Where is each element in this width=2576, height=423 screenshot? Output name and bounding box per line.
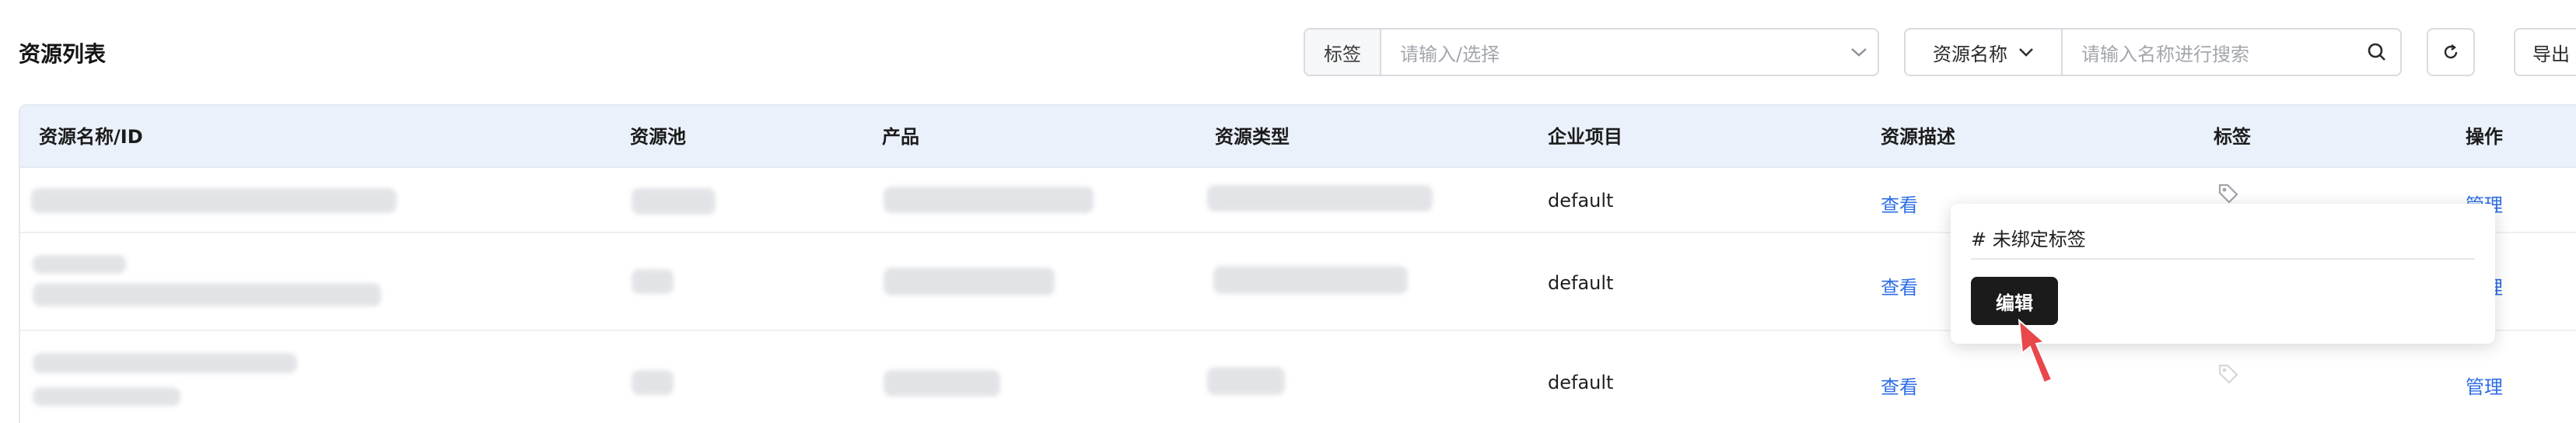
redacted-resource-id bbox=[33, 283, 381, 306]
project-cell: default bbox=[1548, 372, 1614, 393]
edit-tags-button[interactable]: 编辑 bbox=[1971, 277, 2058, 325]
redacted-type bbox=[1207, 367, 1285, 395]
redacted-type bbox=[1207, 185, 1433, 212]
tag-filter[interactable]: 标签 请输入/选择 bbox=[1304, 28, 1879, 76]
refresh-button[interactable] bbox=[2427, 28, 2475, 76]
tag-filter-label: 标签 bbox=[1305, 30, 1381, 75]
view-description-link[interactable]: 查看 bbox=[1881, 272, 1918, 299]
view-description-link[interactable]: 查看 bbox=[1881, 190, 1918, 217]
popover-divider bbox=[1971, 258, 2475, 260]
redacted-resource-name bbox=[33, 255, 126, 274]
column-header-description: 资源描述 bbox=[1881, 126, 1955, 148]
name-search-input[interactable]: 请输入名称进行搜索 bbox=[2063, 39, 2354, 66]
redacted-type bbox=[1213, 266, 1408, 294]
table-header: 资源名称/ID 资源池 产品 资源类型 企业项目 资源描述 标签 操作 bbox=[20, 106, 2576, 168]
tag-filter-input[interactable]: 请输入/选择 bbox=[1381, 39, 1840, 66]
search-field-select[interactable]: 资源名称 bbox=[1906, 30, 2063, 75]
column-header-name: 资源名称/ID bbox=[39, 126, 143, 148]
redacted-pool bbox=[632, 188, 716, 215]
redacted-product bbox=[884, 370, 1000, 397]
export-button[interactable]: 导出 bbox=[2514, 28, 2576, 76]
red-arrow-pointer-icon bbox=[2018, 319, 2053, 384]
redacted-resource-id bbox=[33, 387, 180, 406]
page-title: 资源列表 bbox=[19, 41, 107, 67]
redacted-resource-name bbox=[31, 188, 397, 213]
name-search[interactable]: 资源名称 请输入名称进行搜索 bbox=[1904, 28, 2402, 76]
manage-link[interactable]: 管理 bbox=[2466, 372, 2503, 399]
table-row: default 查看 管理 bbox=[20, 333, 2576, 423]
search-field-select-label: 资源名称 bbox=[1933, 43, 2007, 65]
view-description-link[interactable]: 查看 bbox=[1881, 372, 1918, 399]
popover-title: # 未绑定标签 bbox=[1971, 229, 2086, 250]
chevron-down-icon bbox=[2019, 48, 2033, 57]
redacted-product bbox=[884, 187, 1094, 213]
redacted-product bbox=[884, 267, 1055, 295]
column-header-product: 产品 bbox=[882, 126, 919, 148]
column-header-pool: 资源池 bbox=[630, 126, 686, 148]
column-header-type: 资源类型 bbox=[1215, 126, 1290, 148]
redacted-resource-name bbox=[33, 353, 297, 373]
refresh-icon bbox=[2444, 44, 2458, 59]
project-cell: default bbox=[1548, 272, 1614, 294]
redacted-pool bbox=[632, 269, 674, 294]
project-cell: default bbox=[1548, 190, 1614, 212]
chevron-down-icon[interactable] bbox=[1840, 47, 1878, 58]
search-icon[interactable] bbox=[2354, 42, 2400, 62]
column-header-project: 企业项目 bbox=[1548, 126, 1622, 148]
redacted-pool bbox=[632, 370, 674, 395]
column-header-actions: 操作 bbox=[2466, 126, 2503, 148]
column-header-tags: 标签 bbox=[2214, 126, 2251, 148]
tag-icon[interactable] bbox=[2217, 362, 2240, 390]
